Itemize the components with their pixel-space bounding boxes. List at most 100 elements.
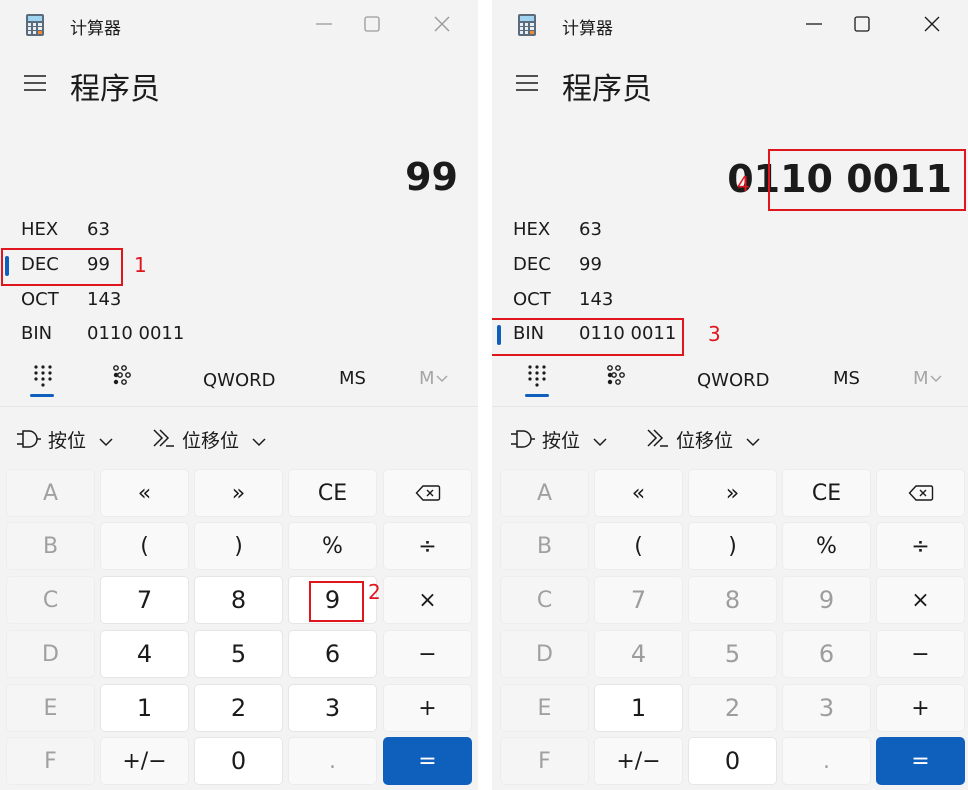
bitwise-dropdown[interactable]: 按位 bbox=[510, 426, 608, 456]
key-d[interactable]: D bbox=[500, 630, 589, 678]
key-f[interactable]: F bbox=[6, 737, 95, 785]
key-negate[interactable]: +/− bbox=[594, 737, 683, 785]
radix-hex[interactable]: HEX 63 bbox=[513, 219, 713, 247]
key-2[interactable]: 2 bbox=[194, 684, 283, 732]
key-3[interactable]: 3 bbox=[782, 684, 871, 732]
key-e[interactable]: E bbox=[500, 684, 589, 732]
key-0[interactable]: 0 bbox=[194, 737, 283, 785]
key-percent[interactable]: % bbox=[782, 522, 871, 570]
key-4[interactable]: 4 bbox=[594, 630, 683, 678]
key-minus[interactable]: − bbox=[876, 630, 965, 678]
close-button[interactable] bbox=[916, 10, 948, 38]
key-3[interactable]: 3 bbox=[288, 684, 377, 732]
menu-icon[interactable] bbox=[516, 74, 538, 92]
memory-store-button[interactable]: MS bbox=[833, 368, 860, 408]
key-percent[interactable]: % bbox=[288, 522, 377, 570]
close-button[interactable] bbox=[426, 10, 458, 38]
key-4[interactable]: 4 bbox=[100, 630, 189, 678]
key-plus[interactable]: + bbox=[876, 684, 965, 732]
key-open-paren[interactable]: ( bbox=[594, 522, 683, 570]
bit-toggling-keypad-icon[interactable] bbox=[606, 364, 628, 388]
key-plus[interactable]: + bbox=[383, 684, 472, 732]
full-keypad-icon[interactable] bbox=[526, 364, 548, 388]
key-5[interactable]: 5 bbox=[194, 630, 283, 678]
title-bar: 计算器 bbox=[492, 0, 968, 48]
radix-oct[interactable]: OCT 143 bbox=[21, 289, 221, 317]
annotation-box-bin bbox=[492, 318, 684, 356]
radix-bin[interactable]: BIN 0110 0011 bbox=[21, 323, 221, 351]
radix-hex[interactable]: HEX 63 bbox=[21, 219, 221, 247]
key-8[interactable]: 8 bbox=[194, 576, 283, 624]
key-c[interactable]: C bbox=[500, 576, 589, 624]
minimize-button[interactable] bbox=[308, 10, 340, 38]
key-multiply[interactable]: × bbox=[876, 576, 965, 624]
radix-dec[interactable]: DEC 99 bbox=[513, 254, 713, 282]
calculator-app-icon bbox=[26, 14, 44, 36]
menu-icon[interactable] bbox=[24, 74, 46, 92]
full-keypad-icon[interactable] bbox=[32, 364, 54, 388]
keypad-tabs: QWORD MS M bbox=[0, 360, 478, 404]
key-divide[interactable]: ÷ bbox=[876, 522, 965, 570]
key-decimal[interactable]: . bbox=[782, 737, 871, 785]
divider bbox=[0, 406, 478, 407]
bit-toggling-keypad-icon[interactable] bbox=[112, 364, 134, 388]
key-clear-entry[interactable]: CE bbox=[782, 469, 871, 517]
minimize-button[interactable] bbox=[798, 10, 830, 38]
bitwise-dropdown[interactable]: 按位 bbox=[16, 426, 114, 456]
key-right-shift[interactable]: » bbox=[688, 469, 777, 517]
key-decimal[interactable]: . bbox=[288, 737, 377, 785]
memory-recall-button[interactable]: M bbox=[419, 368, 449, 408]
key-c[interactable]: C bbox=[6, 576, 95, 624]
key-right-shift[interactable]: » bbox=[194, 469, 283, 517]
word-size-button[interactable]: QWORD bbox=[203, 370, 276, 410]
key-6[interactable]: 6 bbox=[288, 630, 377, 678]
key-backspace[interactable] bbox=[383, 469, 472, 517]
key-7[interactable]: 7 bbox=[594, 576, 683, 624]
radix-oct[interactable]: OCT 143 bbox=[513, 289, 713, 317]
memory-recall-button[interactable]: M bbox=[913, 368, 943, 408]
key-negate[interactable]: +/− bbox=[100, 737, 189, 785]
key-close-paren[interactable]: ) bbox=[688, 522, 777, 570]
annotation-number: 2 bbox=[368, 580, 381, 604]
key-1[interactable]: 1 bbox=[594, 684, 683, 732]
key-backspace[interactable] bbox=[876, 469, 965, 517]
key-1[interactable]: 1 bbox=[100, 684, 189, 732]
word-size-button[interactable]: QWORD bbox=[697, 370, 770, 410]
key-clear-entry[interactable]: CE bbox=[288, 469, 377, 517]
key-8[interactable]: 8 bbox=[688, 576, 777, 624]
key-close-paren[interactable]: ) bbox=[194, 522, 283, 570]
memory-store-button[interactable]: MS bbox=[339, 368, 366, 408]
annotation-number: 4 bbox=[737, 172, 750, 196]
bitshift-dropdown[interactable]: 位移位 bbox=[646, 426, 761, 456]
key-left-shift[interactable]: « bbox=[100, 469, 189, 517]
key-9[interactable]: 9 bbox=[782, 576, 871, 624]
key-f[interactable]: F bbox=[500, 737, 589, 785]
key-minus[interactable]: − bbox=[383, 630, 472, 678]
key-equals[interactable]: = bbox=[876, 737, 965, 785]
maximize-icon bbox=[854, 16, 870, 32]
key-multiply[interactable]: × bbox=[383, 576, 472, 624]
backspace-icon bbox=[415, 485, 440, 501]
mode-title: 程序员 bbox=[562, 72, 652, 107]
key-6[interactable]: 6 bbox=[782, 630, 871, 678]
bitshift-dropdown[interactable]: 位移位 bbox=[152, 426, 267, 456]
key-7[interactable]: 7 bbox=[100, 576, 189, 624]
key-2[interactable]: 2 bbox=[688, 684, 777, 732]
key-left-shift[interactable]: « bbox=[594, 469, 683, 517]
maximize-button[interactable] bbox=[356, 10, 388, 38]
key-a[interactable]: A bbox=[6, 469, 95, 517]
divider bbox=[492, 406, 968, 407]
radix-label: HEX bbox=[513, 219, 551, 240]
key-5[interactable]: 5 bbox=[688, 630, 777, 678]
key-a[interactable]: A bbox=[500, 469, 589, 517]
key-equals[interactable]: = bbox=[383, 737, 472, 785]
key-open-paren[interactable]: ( bbox=[100, 522, 189, 570]
bitshift-label: 位移位 bbox=[182, 430, 240, 452]
key-0[interactable]: 0 bbox=[688, 737, 777, 785]
key-d[interactable]: D bbox=[6, 630, 95, 678]
key-b[interactable]: B bbox=[6, 522, 95, 570]
key-b[interactable]: B bbox=[500, 522, 589, 570]
key-divide[interactable]: ÷ bbox=[383, 522, 472, 570]
key-e[interactable]: E bbox=[6, 684, 95, 732]
maximize-button[interactable] bbox=[846, 10, 878, 38]
